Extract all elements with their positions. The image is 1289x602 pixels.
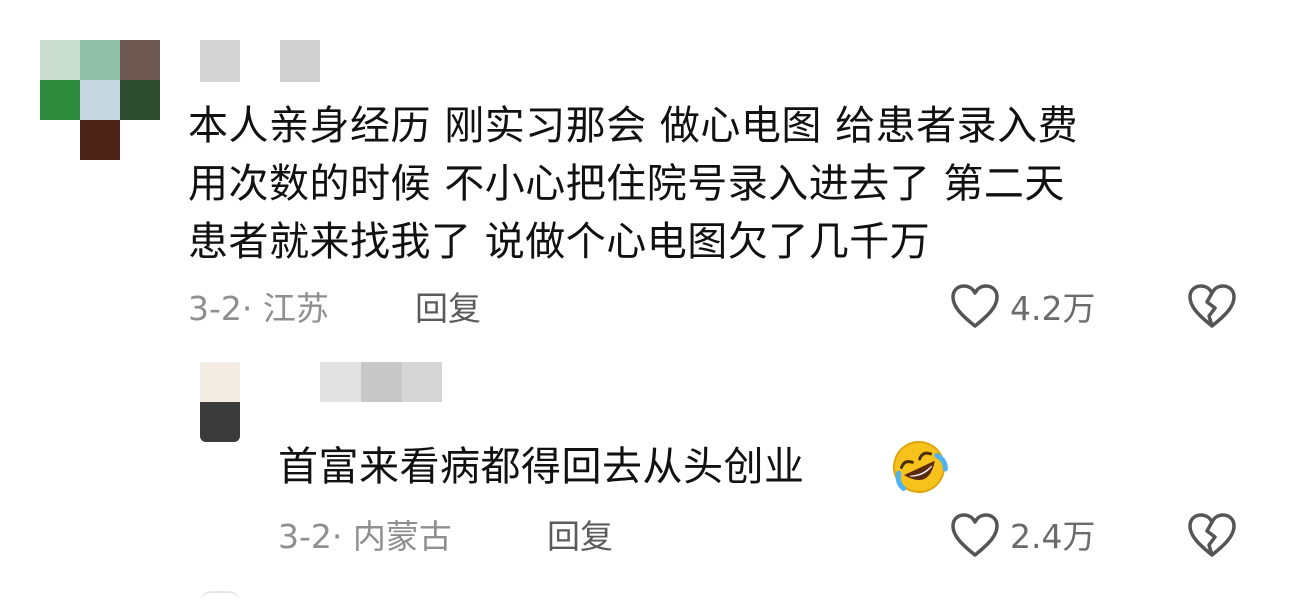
username-blur-block [402,362,442,402]
reply-button[interactable]: 回复 [415,289,481,329]
meta-separator: · [241,289,253,328]
comment-text-line: 本人亲身经历 刚实习那会 做心电图 给患者录入费 [188,103,1079,149]
reply-date: 3-2 [278,517,332,556]
reply-text-content: 首富来看病都得回去从头创业 [278,444,805,490]
avatar-pixel [120,40,160,80]
like-count: 2.4万 [1010,517,1096,556]
avatar-pixel [40,80,80,120]
next-comment-avatar-partial [200,591,240,602]
username-blur-block [361,362,402,402]
comment-date: 3-2 [188,289,242,328]
username-blur-block [280,40,320,82]
username-blur-block [200,40,240,82]
comment-text-line: 患者就来找我了 说做个心电图欠了几千万 [188,219,931,265]
username-blurred[interactable] [200,40,320,82]
avatar-pixel [40,40,80,80]
reply-username-blurred[interactable] [320,362,442,402]
reply-location: 内蒙古 [352,517,452,556]
comment-text: 本人亲身经历 刚实习那会 做心电图 给患者录入费 用次数的时候 不小心把住院号录… [188,97,1078,271]
reply-button[interactable]: 回复 [547,517,613,557]
reply-meta: 3-2· 内蒙古 [278,517,452,557]
reply-text: 首富来看病都得回去从头创业 [278,438,805,496]
broken-heart-icon[interactable] [1187,284,1237,330]
like-count: 4.2万 [1010,289,1096,328]
meta-separator: · [331,517,343,556]
rolling-on-floor-laughing-emoji [890,438,948,496]
avatar-pixel [80,120,120,160]
username-blur-block [320,362,361,402]
avatar-pixel [80,40,120,80]
avatar[interactable] [40,40,160,160]
heart-outline-icon[interactable] [950,513,1000,559]
avatar-pixel [200,362,240,402]
comment-location: 江苏 [262,289,329,328]
comment-text-line: 用次数的时候 不小心把住院号录入进去了 第二天 [188,161,1065,207]
comment-meta: 3-2· 江苏 [188,289,329,329]
avatar-pixel [120,80,160,120]
broken-heart-icon[interactable] [1187,513,1237,559]
heart-outline-icon[interactable] [950,284,1000,330]
avatar-pixel [200,402,240,442]
reply-avatar[interactable] [200,362,240,442]
avatar-pixel [80,80,120,120]
